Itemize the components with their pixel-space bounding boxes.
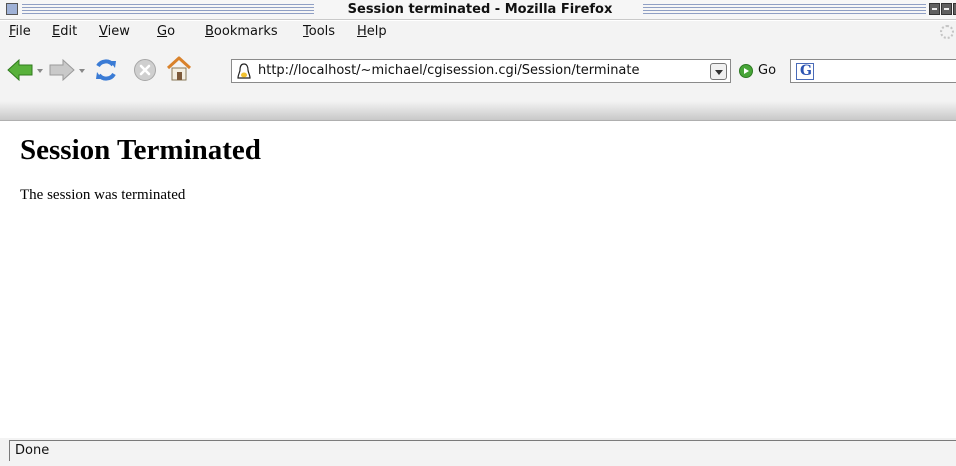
url-text: http://localhost/~michael/cgisession.cgi…	[258, 63, 640, 78]
go-arrow-icon	[739, 64, 753, 78]
back-history-dropdown-icon[interactable]	[37, 69, 43, 73]
activity-throbber-icon	[940, 25, 954, 39]
status-text: Done	[15, 443, 50, 458]
url-history-dropdown-icon[interactable]	[710, 63, 727, 80]
menu-bookmarks[interactable]: Bookmarks	[205, 24, 278, 39]
menu-go[interactable]: Go	[157, 24, 175, 39]
window-titlebar[interactable]: Session terminated - Mozilla Firefox	[0, 0, 956, 20]
menu-bar: File Edit View Go Bookmarks Tools Help	[0, 21, 956, 43]
page-icon	[237, 63, 251, 79]
forward-history-dropdown-icon[interactable]	[79, 69, 85, 73]
reload-icon[interactable]	[93, 57, 119, 83]
home-icon[interactable]	[165, 56, 193, 82]
url-bar[interactable]: http://localhost/~michael/cgisession.cgi…	[231, 59, 731, 83]
go-label: Go	[758, 63, 777, 78]
window-title: Session terminated - Mozilla Firefox	[347, 2, 613, 17]
status-bar: Done	[0, 438, 956, 466]
menu-view[interactable]: View	[99, 24, 130, 39]
menu-edit[interactable]: Edit	[52, 24, 77, 39]
minimize-button[interactable]	[929, 3, 940, 15]
status-panel: Done	[9, 440, 956, 461]
back-arrow-icon[interactable]	[7, 59, 33, 81]
titlebar-decoration	[643, 4, 926, 15]
menu-file[interactable]: File	[9, 24, 31, 39]
maximize-button[interactable]	[941, 3, 952, 15]
stop-icon[interactable]	[133, 58, 157, 82]
search-input[interactable]: G	[790, 59, 956, 83]
page-content: Session Terminated The session was termi…	[0, 122, 956, 438]
google-icon[interactable]: G	[796, 63, 814, 80]
bookmarks-toolbar	[0, 101, 956, 121]
window-menu-button[interactable]	[6, 3, 18, 15]
page-heading: Session Terminated	[20, 134, 261, 166]
menu-help[interactable]: Help	[357, 24, 387, 39]
menu-tools[interactable]: Tools	[303, 24, 335, 39]
page-body-text: The session was terminated	[20, 187, 186, 203]
titlebar-decoration	[22, 4, 314, 15]
forward-arrow-icon[interactable]	[49, 59, 75, 81]
search-engine-letter: G	[800, 63, 812, 79]
